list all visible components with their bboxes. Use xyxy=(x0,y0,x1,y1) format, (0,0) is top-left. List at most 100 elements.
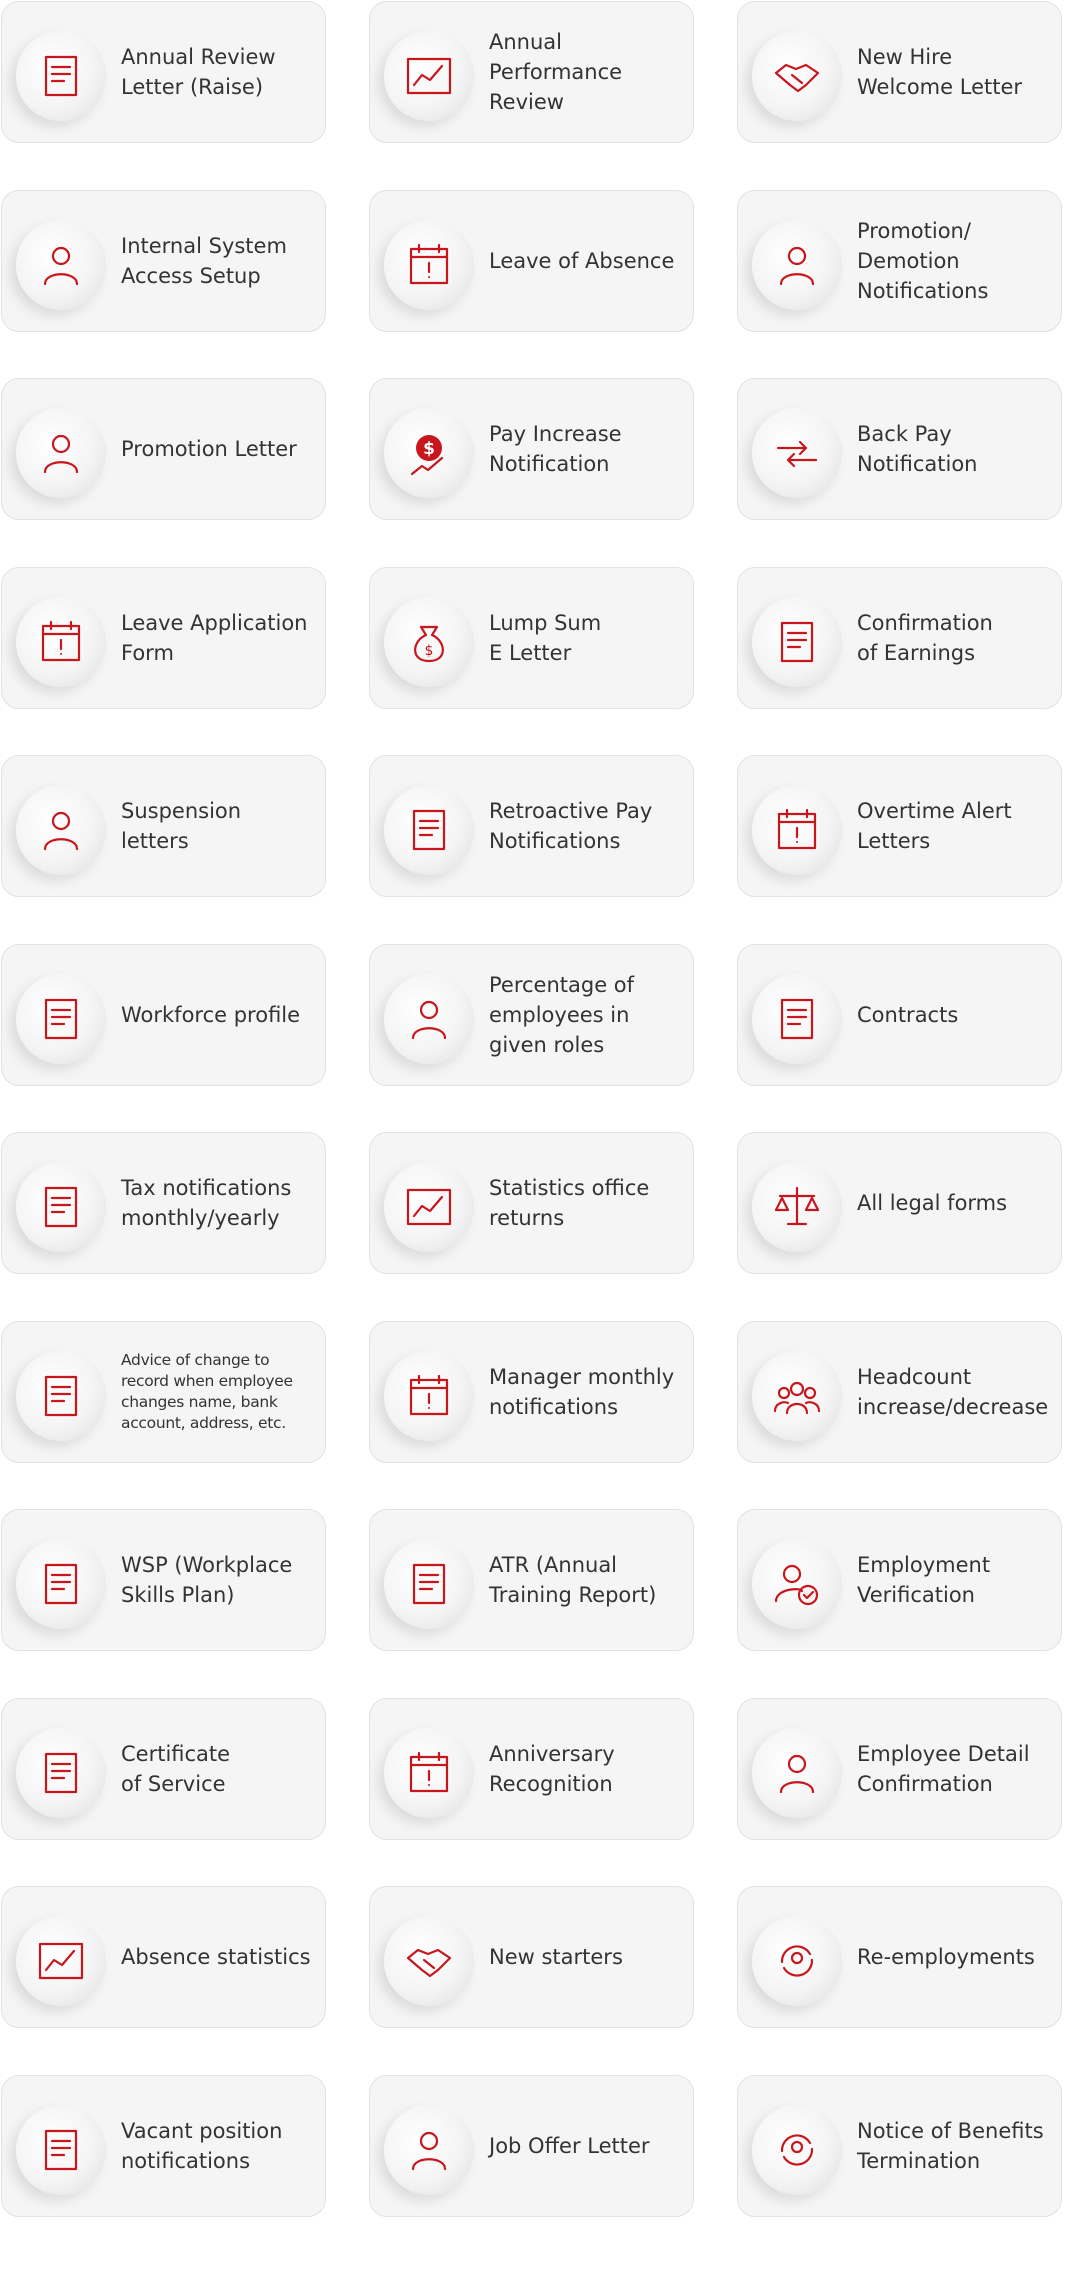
calendar-bell-icon xyxy=(384,1350,474,1441)
card-label: Leave of Absence xyxy=(489,248,675,273)
document-card[interactable]: Vacant position notifications xyxy=(1,2074,326,2217)
svg-text:$: $ xyxy=(425,643,434,659)
card-label: Statistics office returns xyxy=(489,1176,650,1230)
calendar-alert-icon xyxy=(384,219,474,310)
atr-document-icon xyxy=(384,1539,474,1629)
document-card[interactable]: Annual Review Letter (Raise) xyxy=(1,1,326,143)
card-label: Lump Sum E Letter xyxy=(489,610,602,665)
contract-user-icon xyxy=(752,973,842,1064)
document-card[interactable]: Promotion Letter xyxy=(1,378,326,520)
statistics-board-icon xyxy=(384,1162,474,1252)
card-label: Suspension letters xyxy=(121,799,242,853)
document-card[interactable]: Certificate of Service xyxy=(1,1697,326,1840)
document-card[interactable]: Workforce profile xyxy=(1,943,326,1086)
document-card[interactable]: Internal System Access Setup xyxy=(1,189,326,332)
document-card[interactable]: Promotion/ Demotion Notifications xyxy=(737,189,1062,332)
card-label: Overtime Alert Letters xyxy=(857,799,1012,853)
card-label: ATR (Annual Training Report) xyxy=(489,1553,657,1607)
back-pay-arrows-icon xyxy=(752,408,842,498)
document-card[interactable]: Absence statistics xyxy=(1,1886,326,2028)
tax-alert-icon xyxy=(16,1162,106,1252)
svg-text:$: $ xyxy=(423,439,435,459)
document-card[interactable]: Suspension letters xyxy=(1,755,326,897)
document-card[interactable]: Advice of change to record when employee… xyxy=(1,1320,326,1463)
document-card[interactable]: Notice of Benefits Termination xyxy=(737,2074,1062,2217)
document-card[interactable]: Retroactive Pay Notifications xyxy=(369,755,694,897)
hand-user-icon xyxy=(384,2104,474,2195)
profile-book-icon xyxy=(16,973,106,1064)
card-label: Confirmation of Earnings xyxy=(857,610,993,665)
card-label: Anniversary Recognition xyxy=(489,1741,615,1796)
group-users-icon xyxy=(752,1350,842,1441)
salary-raise-icon xyxy=(16,31,106,121)
card-label: Retroactive Pay Notifications xyxy=(489,799,653,853)
document-card[interactable]: Employment Verification xyxy=(737,1509,1062,1651)
document-card[interactable]: Leave of Absence xyxy=(369,189,694,332)
benefit-termination-icon xyxy=(752,2104,842,2195)
card-label: Annual Performance Review xyxy=(489,30,623,114)
card-label: Employment Verification xyxy=(857,1553,991,1607)
card-label: Workforce profile xyxy=(121,1002,301,1027)
document-card[interactable]: Leave Application Form xyxy=(1,566,326,709)
id-badge-icon xyxy=(752,1727,842,1818)
card-label: Absence statistics xyxy=(121,1945,311,1969)
scales-icon xyxy=(752,1162,842,1252)
card-label: Re-employments xyxy=(857,1945,1035,1969)
document-card[interactable]: Anniversary Recognition xyxy=(369,1697,694,1840)
card-label: All legal forms xyxy=(857,1191,1008,1215)
document-card[interactable]: ATR (Annual Training Report) xyxy=(369,1509,694,1651)
card-label: New Hire Welcome Letter xyxy=(857,45,1023,99)
document-card[interactable]: Employee Detail Confirmation xyxy=(737,1697,1062,1840)
document-card[interactable]: Annual Performance Review xyxy=(369,1,694,143)
handshake-icon xyxy=(384,1916,474,2006)
card-label: Pay Increase Notification xyxy=(489,422,622,476)
clipboard-skills-icon xyxy=(16,1539,106,1629)
card-label: Internal System Access Setup xyxy=(121,233,287,288)
user-outline-dashed-icon xyxy=(16,785,106,875)
document-card[interactable]: $ Pay Increase Notification xyxy=(369,378,694,520)
document-card[interactable]: Tax notifications monthly/yearly xyxy=(1,1132,326,1274)
document-card[interactable]: Statistics office returns xyxy=(369,1132,694,1274)
performance-chart-icon xyxy=(384,31,474,121)
card-label: Vacant position notifications xyxy=(121,2118,283,2173)
user-access-icon xyxy=(16,219,106,310)
document-card[interactable]: Contracts xyxy=(737,943,1062,1086)
document-card[interactable]: New starters xyxy=(369,1886,694,2028)
document-card[interactable]: Job Offer Letter xyxy=(369,2074,694,2217)
promotion-demotion-icon xyxy=(752,219,842,310)
card-label: Notice of Benefits Termination xyxy=(857,2118,1044,2173)
handshake-icon xyxy=(752,31,842,121)
document-card[interactable]: WSP (Workplace Skills Plan) xyxy=(1,1509,326,1651)
card-label: Annual Review Letter (Raise) xyxy=(121,45,276,99)
card-label: New starters xyxy=(489,1945,623,1969)
document-card[interactable]: Percentage of employees in given roles xyxy=(369,943,694,1086)
card-label: Contracts xyxy=(857,1002,959,1027)
card-label: Back Pay Notification xyxy=(857,422,978,476)
document-card[interactable]: $ Lump Sum E Letter xyxy=(369,566,694,709)
leave-form-icon xyxy=(16,596,106,687)
card-label: Promotion/ Demotion Notifications xyxy=(857,218,989,303)
dollar-increase-icon: $ xyxy=(384,408,474,498)
certificate-icon xyxy=(16,1727,106,1818)
promotion-user-icon xyxy=(16,408,106,498)
money-hourglass-icon xyxy=(384,785,474,875)
money-bag-icon: $ xyxy=(384,596,474,687)
card-label: Employee Detail Confirmation xyxy=(857,1741,1030,1796)
card-label: Percentage of employees in given roles xyxy=(489,972,635,1057)
document-type-grid: Annual Review Letter (Raise) Annual Perfo… xyxy=(1,1,1062,2217)
document-card[interactable]: Overtime Alert Letters xyxy=(737,755,1062,897)
card-label: Tax notifications monthly/yearly xyxy=(121,1176,292,1230)
document-card[interactable]: Confirmation of Earnings xyxy=(737,566,1062,709)
card-label: Manager monthly notifications xyxy=(489,1364,675,1419)
change-info-icon xyxy=(16,1350,106,1441)
document-card[interactable]: New Hire Welcome Letter xyxy=(737,1,1062,143)
document-card[interactable]: Headcount increase/decrease xyxy=(737,1320,1062,1463)
calendar-handshake-icon xyxy=(384,1727,474,1818)
user-cycle-icon xyxy=(752,1916,842,2006)
card-label: Certificate of Service xyxy=(121,1741,231,1796)
document-card[interactable]: All legal forms xyxy=(737,1132,1062,1274)
document-card[interactable]: Re-employments xyxy=(737,1886,1062,2028)
document-card[interactable]: Back Pay Notification xyxy=(737,378,1062,520)
card-label: Advice of change to record when employee… xyxy=(121,1350,293,1432)
document-card[interactable]: Manager monthly notifications xyxy=(369,1320,694,1463)
